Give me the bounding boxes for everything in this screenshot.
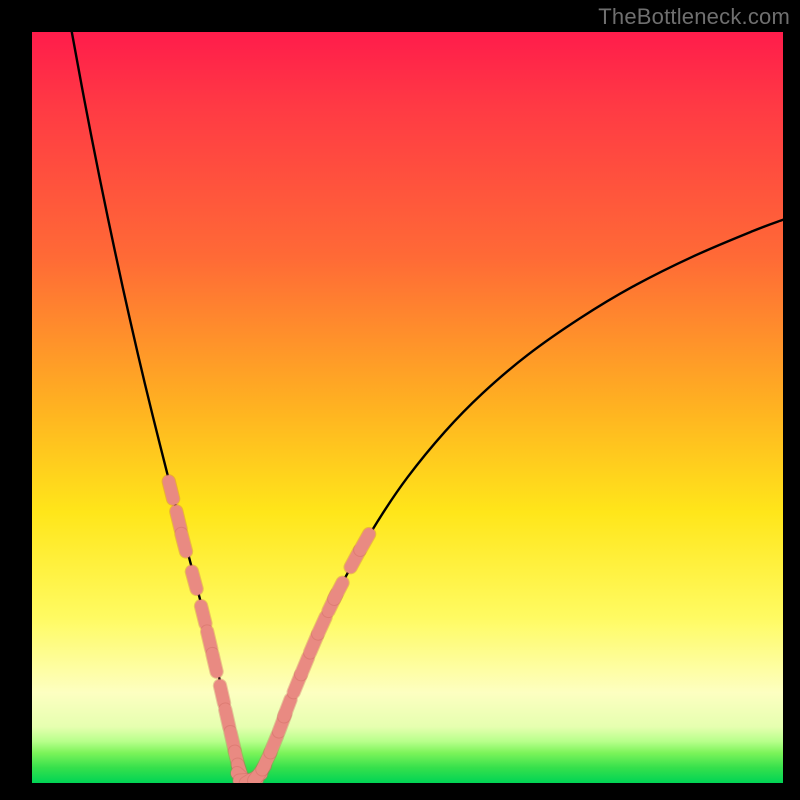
marker-point: [212, 654, 216, 672]
marker-point: [181, 534, 186, 551]
chart-svg: [32, 32, 783, 783]
plot-area: [32, 32, 783, 783]
marker-point: [284, 700, 290, 717]
marker-point: [270, 736, 277, 753]
marker-point: [225, 710, 229, 728]
marker-point: [192, 572, 197, 589]
marker-point: [318, 617, 325, 633]
marker-point: [201, 606, 205, 623]
marker-point: [334, 583, 342, 599]
curve-right-branch: [245, 220, 783, 781]
marker-layer: [169, 481, 369, 783]
curve-layer: [72, 32, 783, 781]
marker-point: [360, 534, 369, 550]
marker-point: [301, 658, 308, 675]
marker-point: [207, 632, 211, 650]
marker-point: [169, 481, 173, 498]
watermark-text: TheBottleneck.com: [598, 4, 790, 30]
outer-frame: TheBottleneck.com: [0, 0, 800, 800]
marker-point: [176, 511, 180, 529]
marker-point: [220, 686, 224, 704]
